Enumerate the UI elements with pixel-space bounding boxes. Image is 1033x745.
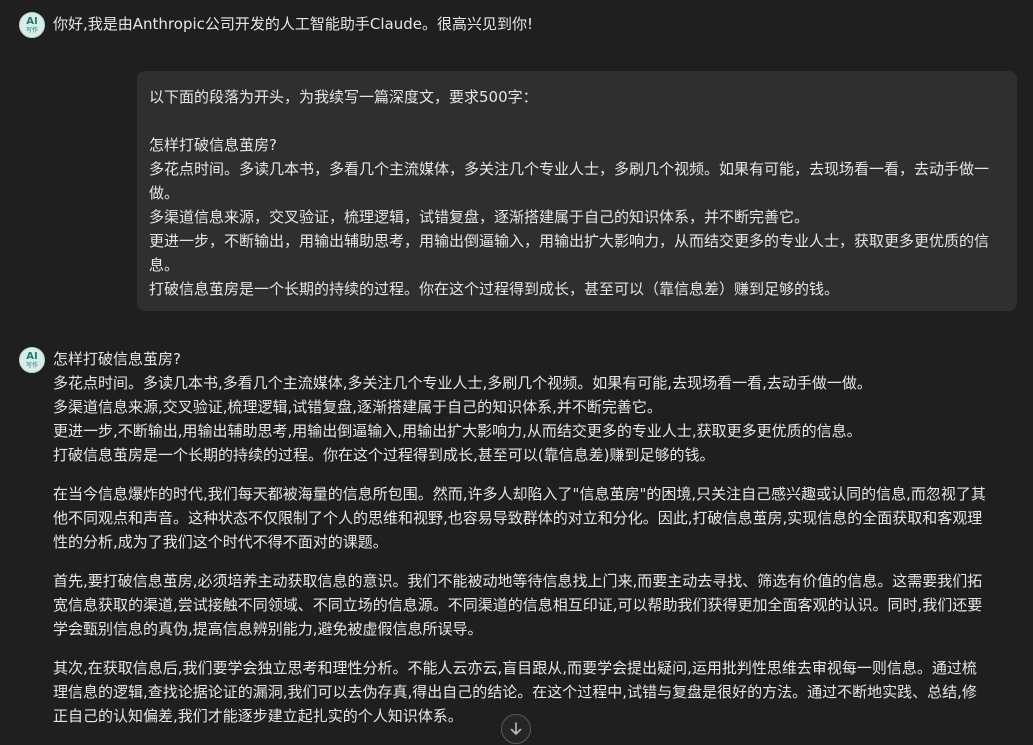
assistant-avatar: AI 写作 [19, 347, 45, 373]
reply-paragraph: 首先,要打破信息茧房,必须培养主动获取信息的意识。我们不能被动地等待信息找上门来… [53, 572, 983, 638]
reply-intro-line: 更进一步,不断输出,用输出辅助思考,用输出倒逼输入,用输出扩大影响力,从而结交更… [53, 422, 862, 440]
assistant-avatar: AI 写作 [19, 12, 45, 38]
greeting-message: 你好,我是由Anthropic公司开发的人工智能助手Claude。很高兴见到你! [53, 15, 533, 33]
user-message-line: 怎样打破信息茧房? [149, 136, 277, 154]
user-message-line: 以下面的段落为开头，为我续写一篇深度文，要求500字： [149, 88, 538, 106]
user-message-line: 多渠道信息来源，交叉验证，梳理逻辑，试错复盘，逐渐搭建属于自己的知识体系，并不断… [149, 208, 810, 226]
user-message-line: 更进一步，不断输出，用输出辅助思考，用输出倒逼输入，用输出扩大影响力，从而结交更… [149, 232, 990, 274]
chat-view: AI 写作 你好,我是由Anthropic公司开发的人工智能助手Claude。很… [0, 0, 1033, 745]
reply-intro-line: 多花点时间。多读几本书,多看几个主流媒体,多关注几个专业人士,多刷几个视频。如果… [53, 374, 872, 392]
reply-intro-line: 多渠道信息来源,交叉验证,梳理逻辑,试错复盘,逐渐搭建属于自己的知识体系,并不断… [53, 398, 662, 416]
avatar-top-text: AI [26, 350, 38, 362]
avatar-bottom-text: 写作 [25, 26, 38, 34]
reply-paragraph: 在当今信息爆炸的时代,我们每天都被海量的信息所包围。然而,许多人却陷入了"信息茧… [53, 485, 986, 551]
scroll-to-bottom-button[interactable] [501, 714, 531, 744]
reply-intro-line: 怎样打破信息茧房? [53, 350, 181, 368]
user-message-line: 多花点时间。多读几本书，多看几个主流媒体，多关注几个专业人士，多刷几个视频。如果… [149, 160, 990, 202]
avatar-top-text: AI [26, 15, 38, 27]
reply-intro-line: 打破信息茧房是一个长期的持续的过程。你在这个过程得到成长,甚至可以(靠信息差)赚… [53, 446, 715, 464]
avatar-bottom-text: 写作 [25, 361, 38, 369]
user-message-bubble: 以下面的段落为开头，为我续写一篇深度文，要求500字： 怎样打破信息茧房? 多花… [137, 71, 1017, 311]
user-message-line: 打破信息茧房是一个长期的持续的过程。你在这个过程得到成长，甚至可以（靠信息差）赚… [149, 280, 840, 298]
assistant-reply: 怎样打破信息茧房? 多花点时间。多读几本书,多看几个主流媒体,多关注几个专业人士… [53, 347, 988, 728]
arrow-down-icon [510, 722, 522, 735]
